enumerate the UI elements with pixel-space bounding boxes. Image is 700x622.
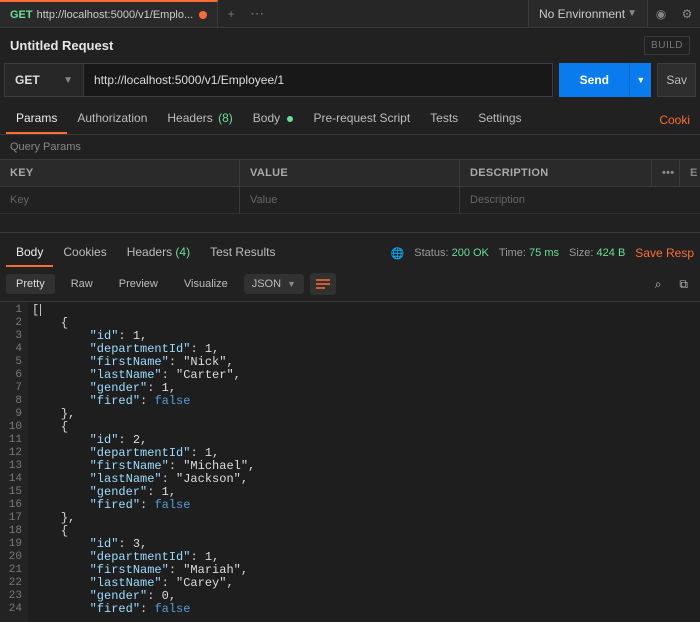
time-value: 75 ms	[529, 247, 559, 259]
column-description: DESCRIPTION	[460, 160, 651, 186]
chevron-down-icon: ▼	[287, 279, 296, 289]
copy-icon[interactable]: ⧉	[673, 277, 694, 292]
view-raw[interactable]: Raw	[61, 274, 103, 294]
response-view-toolbar: Pretty Raw Preview Visualize JSON ▼ ⌕ ⧉	[0, 267, 700, 302]
request-tabs: Params Authorization Headers (8) Body Pr…	[0, 105, 700, 135]
environment-settings-button[interactable]: ⚙	[674, 0, 700, 27]
resp-headers-count-badge: (4)	[175, 245, 190, 259]
resp-tab-test-results[interactable]: Test Results	[200, 239, 285, 267]
status-value: 200 OK	[452, 247, 489, 259]
request-bar: GET ▼ Send ▼ Sav	[0, 63, 700, 105]
tab-headers-label: Headers	[167, 111, 212, 125]
code-lines[interactable]: [ { "id": 1, "departmentId": 1, "firstNa…	[28, 302, 259, 622]
format-label: JSON	[252, 278, 281, 290]
chevron-down-icon: ▼	[63, 75, 73, 86]
tab-body[interactable]: Body	[243, 104, 304, 134]
size-value: 424 B	[597, 247, 626, 259]
http-method-dropdown[interactable]: GET ▼	[4, 63, 84, 97]
tab-settings[interactable]: Settings	[468, 104, 531, 134]
tab-title: http://localhost:5000/v1/Emplo...	[37, 9, 194, 21]
tab-body-label: Body	[253, 111, 280, 125]
request-tab[interactable]: GET http://localhost:5000/v1/Emplo...	[0, 0, 218, 27]
environment-selector[interactable]: No Environment ▼	[528, 0, 648, 27]
status-block[interactable]: Status: 200 OK	[414, 247, 489, 259]
tab-bar: GET http://localhost:5000/v1/Emplo... + …	[0, 0, 700, 28]
build-mode-button[interactable]: BUILD	[644, 36, 690, 55]
bulk-edit-button[interactable]: E	[679, 160, 700, 186]
description-cell[interactable]: Description	[460, 187, 700, 213]
cookies-link[interactable]: Cooki	[655, 106, 694, 134]
body-indicator-icon	[287, 116, 293, 122]
status-label: Status:	[414, 247, 448, 259]
tab-prerequest-script[interactable]: Pre-request Script	[303, 104, 420, 134]
time-label: Time:	[499, 247, 526, 259]
send-dropdown-button[interactable]: ▼	[629, 63, 651, 97]
tab-headers[interactable]: Headers (8)	[157, 104, 242, 134]
view-visualize[interactable]: Visualize	[174, 274, 238, 294]
value-cell[interactable]: Value	[240, 187, 460, 213]
new-tab-button[interactable]: +	[218, 0, 244, 27]
unsaved-indicator-icon	[199, 11, 207, 19]
request-title-row: Untitled Request BUILD	[0, 28, 700, 63]
response-body-editor[interactable]: 123456789101112131415161718192021222324 …	[0, 302, 700, 622]
format-dropdown[interactable]: JSON ▼	[244, 274, 304, 294]
params-menu-button[interactable]: •••	[651, 160, 679, 186]
url-input[interactable]	[84, 63, 553, 97]
time-block[interactable]: Time: 75 ms	[499, 247, 559, 259]
tab-method-label: GET	[10, 9, 33, 21]
http-method-label: GET	[15, 73, 40, 87]
resp-tab-cookies[interactable]: Cookies	[53, 239, 116, 267]
view-pretty[interactable]: Pretty	[6, 274, 55, 294]
tab-menu-button[interactable]: ⋯	[244, 0, 270, 27]
resp-tab-headers[interactable]: Headers (4)	[117, 239, 200, 267]
tab-authorization[interactable]: Authorization	[67, 104, 157, 134]
resp-tab-body[interactable]: Body	[6, 239, 53, 267]
query-params-heading: Query Params	[0, 135, 700, 159]
column-value: VALUE	[240, 160, 460, 186]
environment-quicklook-button[interactable]: ◉	[648, 0, 674, 27]
key-cell[interactable]: Key	[0, 187, 240, 213]
size-label: Size:	[569, 247, 593, 259]
response-tabs: Body Cookies Headers (4) Test Results 🌐 …	[0, 232, 700, 267]
resp-tab-headers-label: Headers	[127, 245, 172, 259]
chevron-down-icon: ▼	[627, 8, 637, 19]
headers-count-badge: (8)	[218, 111, 233, 125]
size-block[interactable]: Size: 424 B	[569, 247, 625, 259]
environment-label: No Environment	[539, 7, 625, 21]
view-preview[interactable]: Preview	[109, 274, 168, 294]
send-button[interactable]: Send	[559, 63, 629, 97]
search-icon[interactable]: ⌕	[649, 277, 668, 292]
wrap-lines-button[interactable]	[310, 273, 336, 295]
params-empty-row[interactable]: Key Value Description	[0, 187, 700, 214]
network-icon[interactable]: 🌐	[391, 247, 405, 260]
tab-tests[interactable]: Tests	[420, 104, 468, 134]
column-key: KEY	[0, 160, 240, 186]
params-table-header: KEY VALUE DESCRIPTION ••• E	[0, 159, 700, 187]
save-response-button[interactable]: Save Resp	[635, 246, 694, 260]
request-title[interactable]: Untitled Request	[10, 38, 113, 53]
save-button[interactable]: Sav	[657, 63, 696, 97]
line-number-gutter: 123456789101112131415161718192021222324	[0, 302, 28, 622]
tab-params[interactable]: Params	[6, 104, 67, 134]
